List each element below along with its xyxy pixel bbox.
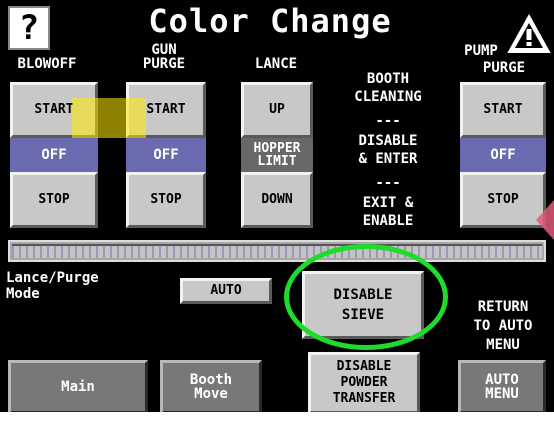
return-to-auto-menu-text: RETURN TO AUTO MENU — [473, 299, 533, 353]
progress-bar — [8, 240, 546, 262]
lance-up-button[interactable]: UP — [241, 82, 313, 138]
hopper-limit-status: HOPPER LIMIT — [241, 138, 313, 172]
separator-1: --- — [375, 113, 401, 129]
booth-cleaning-text: BOOTH CLEANING — [354, 71, 422, 105]
exit-enable-text: EXIT & ENABLE — [362, 195, 414, 229]
edge-mark — [536, 200, 554, 240]
color-change-screen: ? Color Change BLOWOFF GUN PURGE LANCE P… — [0, 0, 554, 422]
pump-purge-status: OFF — [460, 138, 546, 172]
help-button[interactable]: ? — [8, 6, 50, 50]
separator-2: --- — [375, 175, 401, 191]
warning-icon[interactable] — [507, 13, 551, 55]
auto-menu-button[interactable]: AUTO MENU — [458, 360, 546, 414]
disable-enter-text: DISABLE & ENTER — [358, 133, 418, 167]
blowoff-label: BLOWOFF — [17, 56, 77, 72]
purge-label: PURGE — [482, 60, 526, 76]
lance-down-button[interactable]: DOWN — [241, 172, 313, 228]
gun-purge-label: GUN PURGE — [142, 42, 186, 72]
gun-purge-stop-button[interactable]: STOP — [126, 172, 206, 228]
progress-fill — [12, 244, 542, 258]
annotation-ellipse — [284, 244, 448, 350]
blowoff-status: OFF — [10, 138, 98, 172]
bottom-edge — [0, 412, 554, 422]
page-title: Color Change — [148, 2, 392, 40]
lance-label: LANCE — [254, 56, 298, 72]
main-button[interactable]: Main — [8, 360, 148, 414]
disable-powder-transfer-button[interactable]: DISABLE POWDER TRANSFER — [308, 352, 420, 414]
booth-move-button[interactable]: Booth Move — [160, 360, 262, 414]
blowoff-stop-button[interactable]: STOP — [10, 172, 98, 228]
highlight-marker — [72, 98, 146, 138]
lance-purge-mode-label: Lance/Purge Mode — [6, 270, 99, 302]
gun-purge-status: OFF — [126, 138, 206, 172]
pump-label: PUMP — [464, 43, 498, 59]
pump-purge-start-button[interactable]: START — [460, 82, 546, 138]
lance-purge-mode-auto-button[interactable]: AUTO — [180, 278, 272, 304]
